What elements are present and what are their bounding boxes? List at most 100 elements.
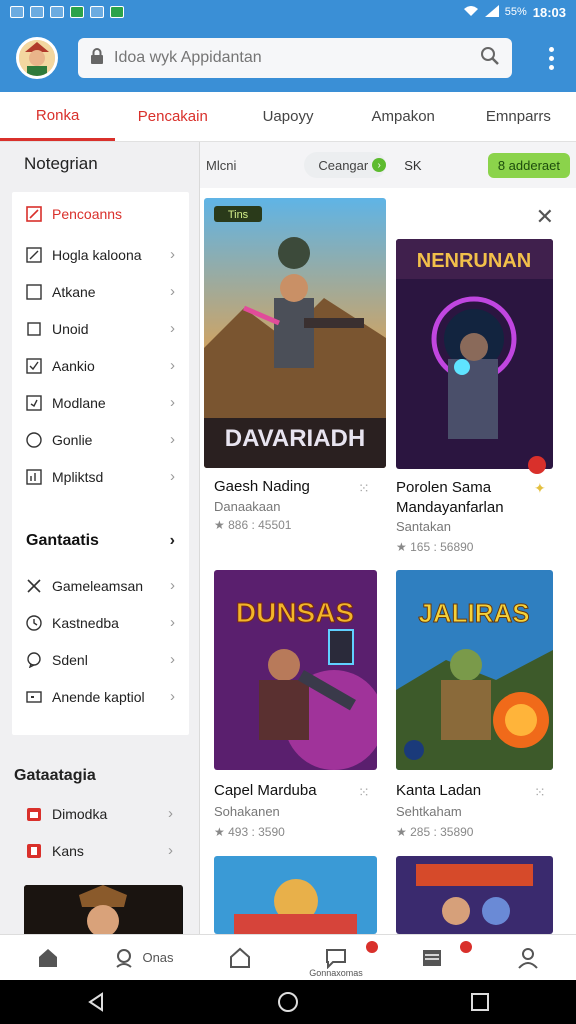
chat-icon <box>27 651 41 668</box>
card-subtitle: Santakan <box>396 519 451 534</box>
promo-banner[interactable] <box>24 885 183 934</box>
edit-icon <box>26 206 42 222</box>
sidebar-item-unoid[interactable]: Unoid › <box>12 310 189 347</box>
game-poster[interactable]: DUNSAS <box>214 570 377 770</box>
sidebar-menu: Pencoanns Hogla kaloona › Atkane › Unoid… <box>12 192 189 735</box>
sidebar-item-label: Atkane <box>52 283 96 300</box>
notification-icon <box>110 6 124 18</box>
wifi-icon <box>463 5 479 20</box>
tab-ampakon[interactable]: Ampakon <box>346 92 461 141</box>
game-poster[interactable]: NENRUNAN <box>396 239 553 469</box>
tab-emnparrs[interactable]: Emnparrs <box>461 92 576 141</box>
chevron-right-icon: › <box>168 805 173 822</box>
sidebar-section-games[interactable]: Gantaatis › <box>12 515 189 567</box>
chat-icon <box>326 948 346 969</box>
nav-label: Gonnaxomas <box>309 968 363 978</box>
sidebar-item-label: Modlane <box>52 394 106 411</box>
circle-icon <box>26 431 42 448</box>
bottom-nav: Onas Gonnaxomas <box>0 934 576 980</box>
game-poster[interactable]: JALIRAS <box>396 570 553 770</box>
card-subtitle: Danaakaan <box>214 499 281 514</box>
square-icon <box>27 321 41 336</box>
search-input[interactable] <box>114 49 470 67</box>
recents-icon[interactable] <box>469 991 491 1013</box>
check-square-icon <box>26 357 42 374</box>
filter-select[interactable]: Ceangar › <box>304 152 387 178</box>
chevron-right-icon: › <box>170 320 175 337</box>
status-bar: 55% 18:03 <box>0 0 576 24</box>
sidebar-item-hogla-kaloona[interactable]: Hogla kaloona › <box>12 236 189 273</box>
checkbox-icon <box>26 283 42 300</box>
sidebar-item-atkane[interactable]: Atkane › <box>12 273 189 310</box>
sidebar-item-kans[interactable]: Kans › <box>12 832 187 869</box>
nav-home[interactable] <box>0 935 96 980</box>
notification-icon <box>90 6 104 18</box>
sparkle-icon[interactable]: ✦ <box>534 480 548 496</box>
card-stats: ★ 285 : 35890 <box>396 825 474 839</box>
sidebar-item-aankio[interactable]: Aankio › <box>12 347 189 384</box>
tv-icon <box>26 690 42 703</box>
tab-pencakain[interactable]: Pencakain <box>115 92 230 141</box>
sidebar-item-sdenl[interactable]: Sdenl › <box>12 641 189 678</box>
tab-ronka[interactable]: Ronka <box>0 92 116 141</box>
chart-icon <box>26 468 42 485</box>
avatar[interactable] <box>16 37 58 79</box>
sidebar-item-modlane[interactable]: Modlane › <box>12 384 189 421</box>
nav-library[interactable] <box>384 935 480 980</box>
notification-icon <box>30 6 44 18</box>
battery-percent: 55% <box>504 6 527 18</box>
card-title[interactable]: Kanta Ladan <box>396 782 481 799</box>
card-title[interactable]: Capel Marduba <box>214 782 317 799</box>
back-icon[interactable] <box>85 991 107 1013</box>
nav-search[interactable]: Onas <box>96 935 192 980</box>
poster-title-text: DAVARIADH <box>225 425 365 452</box>
sidebar-item-gameleamsan[interactable]: Gameleamsan › <box>12 567 189 604</box>
card-stats: ★ 493 : 3590 <box>214 825 285 839</box>
grid-icon[interactable]: ⁙ <box>534 784 548 800</box>
nav-messages[interactable]: Gonnaxomas <box>288 935 384 980</box>
game-poster[interactable] <box>396 856 553 934</box>
card-stats: ★ 165 : 56890 <box>396 540 474 554</box>
chevron-right-icon: › <box>170 468 175 485</box>
search-icon[interactable] <box>480 46 500 71</box>
sidebar-item-gonlie[interactable]: Gonlie › <box>12 421 189 458</box>
nav-home-outline[interactable] <box>192 935 288 980</box>
more-menu-icon[interactable] <box>543 41 560 76</box>
lock-icon <box>90 47 104 69</box>
grid-icon[interactable]: ⁙ <box>358 480 372 496</box>
game-poster[interactable] <box>214 856 377 934</box>
sidebar-item-label: Mpliktsd <box>52 468 104 485</box>
search-bar[interactable] <box>78 38 512 78</box>
add-filter-button[interactable]: 8 adderaet <box>487 152 570 178</box>
notification-icons <box>10 6 124 18</box>
nav-profile[interactable] <box>480 935 576 980</box>
tab-uapoyy[interactable]: Uapoyy <box>230 92 345 141</box>
profile-icon <box>518 947 538 969</box>
grid-icon[interactable]: ⁙ <box>358 784 372 800</box>
sidebar-item-pencoanns[interactable]: Pencoanns <box>12 192 189 236</box>
card-title[interactable]: Gaesh Nading <box>214 478 310 495</box>
sidebar-item-label: Pencoanns <box>52 206 123 222</box>
category-title: Gataatagia <box>14 767 96 784</box>
sidebar-item-label: Hogla kaloona <box>52 246 142 263</box>
sidebar-item-dimodka[interactable]: Dimodka › <box>12 795 187 832</box>
filter-chip[interactable]: Mlcni <box>206 158 236 173</box>
edit-icon <box>26 246 42 263</box>
notification-icon <box>50 6 64 18</box>
filter-select-label: Ceangar <box>318 157 369 173</box>
tools-icon <box>27 578 41 593</box>
sidebar-item-mpliktsd[interactable]: Mpliktsd › <box>12 458 189 495</box>
sidebar-item-label: Sdenl <box>52 651 88 668</box>
card-title[interactable]: Porolen Sama Mandayanfarlan <box>396 478 546 518</box>
sidebar-item-anende-kaptiol[interactable]: Anende kaptiol › <box>12 678 189 715</box>
game-poster[interactable]: DAVARIADH Tins <box>204 198 386 468</box>
chevron-right-icon: › <box>170 394 175 411</box>
home-circle-icon[interactable] <box>277 991 299 1013</box>
sidebar-item-kastnedba[interactable]: Kastnedba › <box>12 604 189 641</box>
poster-tag: Tins <box>228 209 249 221</box>
close-icon[interactable]: ✕ <box>536 204 554 230</box>
sidebar-item-label: Unoid <box>52 320 89 337</box>
sidebar-item-label: Kastnedba <box>52 614 119 631</box>
filter-sk[interactable]: SK <box>404 158 421 173</box>
chevron-right-icon: › <box>372 158 387 172</box>
